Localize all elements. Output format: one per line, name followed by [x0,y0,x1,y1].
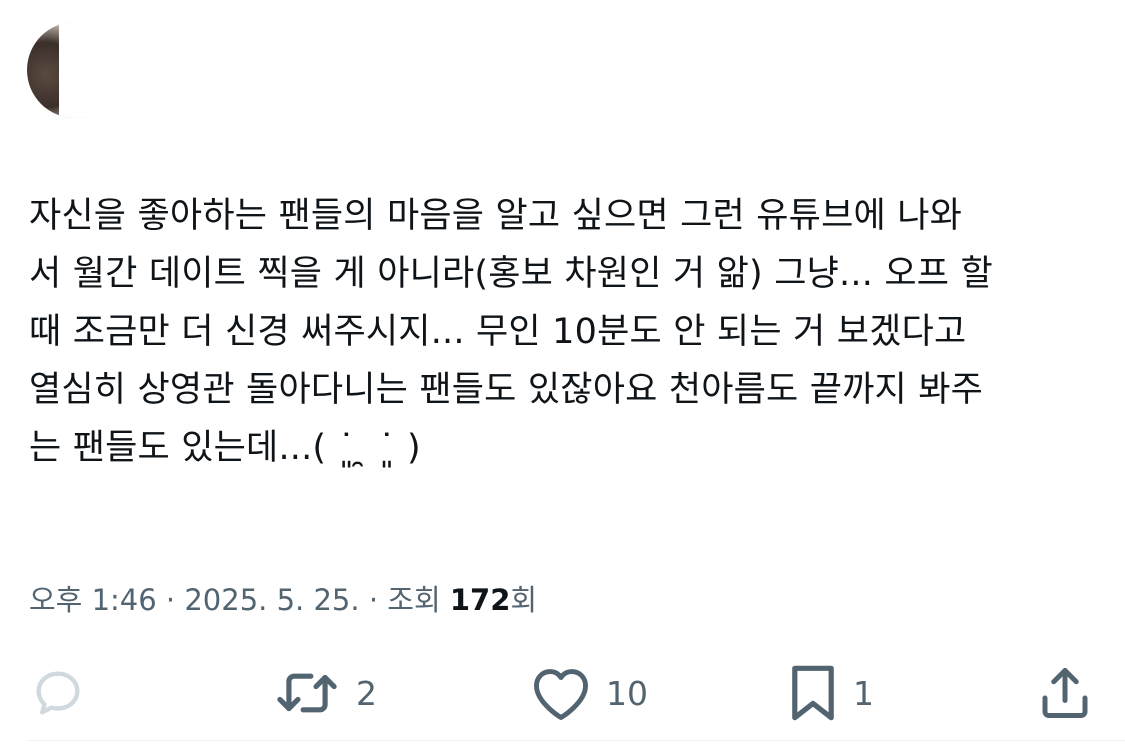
reply-button[interactable] [29,660,101,726]
bookmark-count: 1 [853,673,874,713]
retweet-button[interactable]: 2 [272,660,377,726]
like-count: 10 [606,673,648,713]
bookmark-icon [787,661,839,725]
retweet-count: 2 [356,673,377,713]
tweet-text-line: 때 조금만 더 신경 써주시지... 무인 10분도 안 되는 거 보겠다고 [29,312,967,352]
action-bar: 2 10 1 [0,660,1125,730]
tweet-text: 자신을 좋아하는 팬들의 마음을 알고 싶으면 그런 유튜브에 나와 서 월간 … [29,187,1104,477]
meta-separator: · [359,583,388,617]
heart-icon [530,664,592,722]
tweet-text-line: 자신을 좋아하는 팬들의 마음을 알고 싶으면 그런 유튜브에 나와 [29,196,963,236]
share-button[interactable] [1035,660,1109,726]
tweet-time[interactable]: 오후 1:46 [29,583,157,617]
views-count: 172 [449,583,511,617]
like-button[interactable]: 10 [530,660,648,726]
views-label: 조회 [387,583,450,617]
avatar[interactable] [27,22,123,118]
tweet-text-line: 서 월간 데이트 찍을 게 아니라(홍보 차원인 거 앎) 그냥... 오프 할 [29,254,993,294]
retweet-icon [272,662,342,724]
tweet-text-line: 열심히 상영관 돌아다니는 팬들도 있잖아요 천아름도 끝까지 봐주 [29,370,984,410]
tweet-text-line: 는 팬들도 있는데...( ˙͈ ̯ ˙͈ ) [29,428,421,468]
bookmark-button[interactable]: 1 [787,660,874,726]
divider [27,740,1125,741]
meta-separator: · [156,583,185,617]
share-icon [1035,662,1095,724]
reply-icon [29,664,87,722]
views-suffix: 회 [510,583,538,617]
tweet-date[interactable]: 2025. 5. 25. [184,583,359,617]
tweet-meta: 오후 1:46 · 2025. 5. 25. · 조회 172회 [29,580,537,620]
